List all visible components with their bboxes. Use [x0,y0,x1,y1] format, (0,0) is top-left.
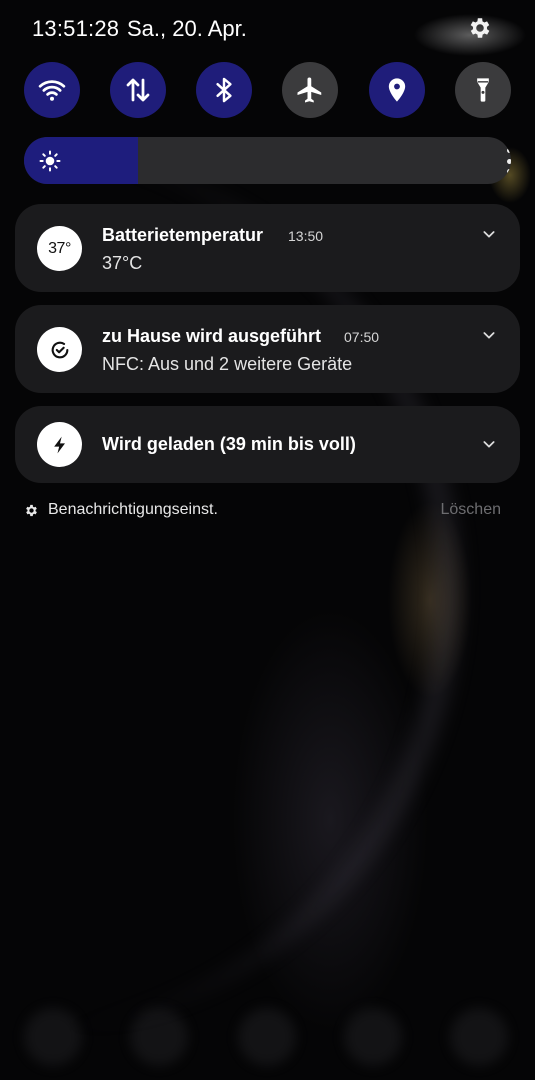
date: Sa., 20. Apr. [127,16,247,41]
notification-battery-temperature[interactable]: 37° Batterietemperatur 13:50 37°C [15,204,520,292]
temperature-icon-label: 37° [48,239,71,257]
charging-bolt-icon [37,422,82,467]
dot [506,148,511,153]
notification-routine[interactable]: zu Hause wird ausgeführt 07:50 NFC: Aus … [15,305,520,393]
notification-charging[interactable]: Wird geladen (39 min bis voll) [15,406,520,483]
notification-panel: 13:51:28 Sa., 20. Apr. 37° Batterietempe… [0,0,535,1080]
bluetooth-toggle[interactable] [196,62,252,118]
location-toggle[interactable] [369,62,425,118]
notification-body: NFC: Aus und 2 weitere Geräte [102,354,353,374]
notification-title: Wird geladen (39 min bis voll) [102,434,356,454]
clock: 13:51:28 [32,16,120,41]
notification-body: 37°C [102,253,143,273]
dock-app-ghost [238,1008,296,1066]
bolt-glyph [53,436,65,453]
location-pin-icon [388,78,406,102]
brightness-more-button[interactable] [497,148,511,174]
status-row: 13:51:28 Sa., 20. Apr. [0,0,535,56]
dock-app-ghost [130,1008,188,1066]
clear-all-button[interactable]: Löschen [441,501,502,519]
airplane-mode-toggle[interactable] [282,62,338,118]
notification-time: 07:50 [344,329,380,345]
gear-icon [26,504,37,517]
notification-title: Batterietemperatur [102,225,264,245]
blurred-dock [0,1000,535,1070]
temperature-icon: 37° [37,226,82,271]
dot [506,169,511,174]
flashlight-icon [477,78,489,102]
sun-icon [39,150,61,172]
dock-app-ghost [344,1008,402,1066]
wifi-toggle[interactable] [24,62,80,118]
quick-settings-row [24,62,512,118]
mobile-data-toggle[interactable] [110,62,166,118]
notification-time: 13:50 [288,228,324,244]
routine-check-glyph [51,341,68,358]
data-transfer-icon [126,78,150,102]
chevron-down-icon [483,332,495,339]
expand-button[interactable] [479,224,499,244]
expand-button[interactable] [479,325,499,345]
notification-footer: Benachrichtigungseinst. Löschen [24,500,512,522]
notification-settings-link[interactable]: Benachrichtigungseinst. [48,501,218,519]
gear-icon [470,18,490,38]
chevron-down-icon [483,441,495,448]
chevron-down-icon [483,231,495,238]
wifi-icon [38,80,66,101]
routine-check-icon [37,327,82,372]
dock-app-ghost [450,1008,508,1066]
expand-button[interactable] [479,434,499,454]
flashlight-toggle[interactable] [455,62,511,118]
bluetooth-icon [216,77,232,103]
dot [506,158,511,164]
brightness-slider[interactable] [24,137,511,184]
notification-title: zu Hause wird ausgeführt [102,326,322,346]
dock-app-ghost [24,1008,82,1066]
settings-button[interactable] [464,12,496,44]
airplane-icon [297,77,322,103]
